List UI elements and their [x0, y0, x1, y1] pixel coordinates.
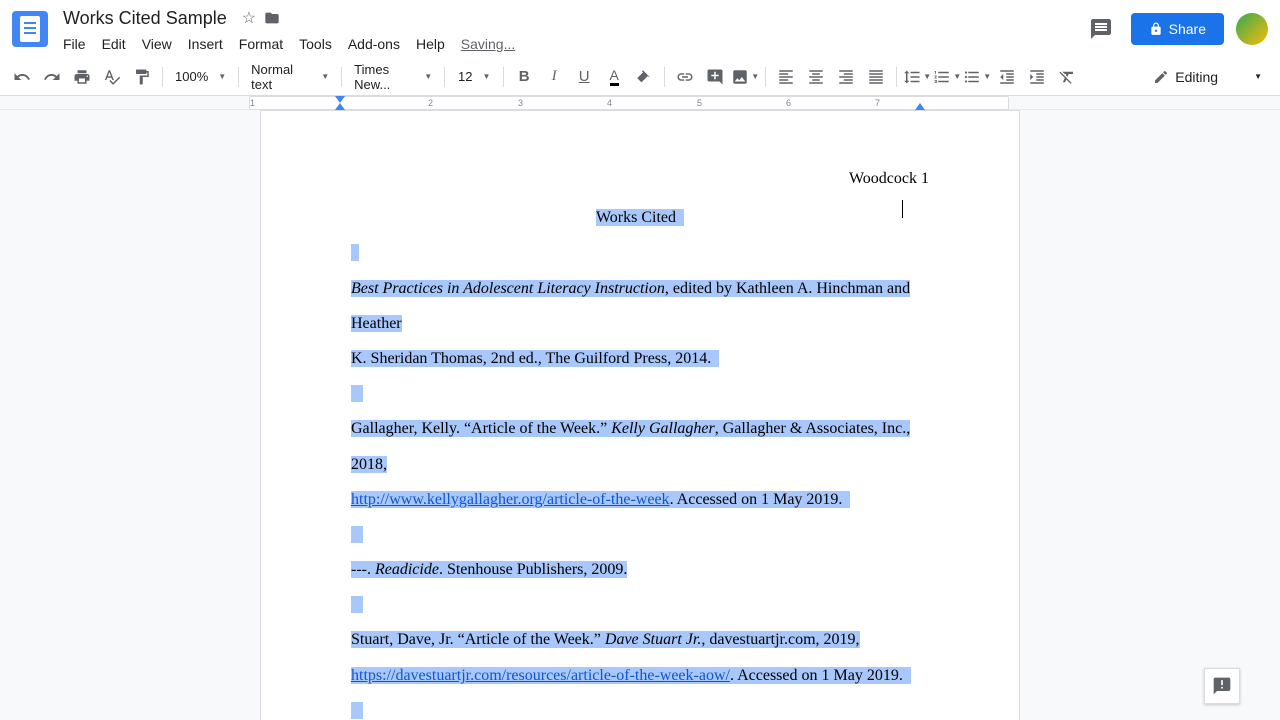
indent-marker-bottom[interactable] — [335, 103, 345, 110]
bulleted-list-button[interactable]: ▼ — [963, 63, 991, 91]
blank-line[interactable] — [351, 587, 929, 622]
comment-history-button[interactable] — [1083, 11, 1119, 47]
editing-mode-label: Editing — [1175, 69, 1218, 85]
menu-view[interactable]: View — [135, 34, 179, 54]
separator — [503, 67, 504, 87]
separator — [444, 67, 445, 87]
menu-bar: File Edit View Insert Format Tools Add-o… — [56, 34, 1083, 54]
menu-help[interactable]: Help — [409, 34, 452, 54]
text-cursor — [902, 200, 903, 218]
header-bar: Works Cited Sample ☆ File Edit View Inse… — [0, 0, 1280, 58]
citation-line[interactable]: ---. Readicide. Stenhouse Publishers, 20… — [351, 552, 929, 587]
menu-addons[interactable]: Add-ons — [341, 34, 407, 54]
font-size-dropdown[interactable]: 12▼ — [451, 64, 497, 90]
style-dropdown[interactable]: Normal text▼ — [245, 64, 335, 90]
explore-button[interactable] — [1204, 668, 1240, 704]
citations-area[interactable]: Best Practices in Adolescent Literacy In… — [351, 271, 929, 720]
menu-tools[interactable]: Tools — [292, 34, 339, 54]
numbered-list-button[interactable]: ▼ — [933, 63, 961, 91]
align-justify-button[interactable] — [862, 63, 890, 91]
highlight-button[interactable] — [630, 63, 658, 91]
align-center-button[interactable] — [802, 63, 830, 91]
decrease-indent-button[interactable] — [993, 63, 1021, 91]
indent-marker-top[interactable] — [335, 96, 345, 103]
citation-line[interactable]: K. Sheridan Thomas, 2nd ed., The Guilfor… — [351, 341, 929, 376]
text-color-button[interactable]: A — [600, 63, 628, 91]
save-status: Saving... — [454, 34, 522, 54]
page-header[interactable]: Woodcock 1 — [351, 161, 929, 196]
separator — [162, 67, 163, 87]
align-right-button[interactable] — [832, 63, 860, 91]
menu-insert[interactable]: Insert — [181, 34, 230, 54]
document-title[interactable]: Works Cited Sample — [56, 5, 234, 32]
blank-line[interactable] — [351, 517, 929, 552]
blank-line[interactable] — [351, 376, 929, 411]
paint-format-button[interactable] — [128, 63, 156, 91]
blank-line[interactable] — [351, 235, 929, 270]
separator — [765, 67, 766, 87]
menu-format[interactable]: Format — [232, 34, 290, 54]
docs-logo[interactable] — [12, 11, 48, 47]
avatar[interactable] — [1236, 13, 1268, 45]
editing-mode-dropdown[interactable]: Editing ▼ — [1143, 65, 1272, 89]
citation-line[interactable]: Gallagher, Kelly. “Article of the Week.”… — [351, 411, 929, 481]
separator — [664, 67, 665, 87]
share-label: Share — [1169, 21, 1206, 37]
zoom-dropdown[interactable]: 100%▼ — [169, 64, 232, 90]
star-icon[interactable]: ☆ — [242, 8, 256, 28]
toolbar: 100%▼ Normal text▼ Times New...▼ 12▼ B I… — [0, 58, 1280, 96]
doc-title-line[interactable]: Works Cited — [351, 200, 929, 235]
separator — [896, 67, 897, 87]
undo-button[interactable] — [8, 63, 36, 91]
page[interactable]: Woodcock 1 Works Cited Best Practices in… — [260, 110, 1020, 720]
menu-file[interactable]: File — [56, 34, 93, 54]
ruler-area: 1 2 3 4 5 6 7 — [0, 96, 1280, 110]
menu-edit[interactable]: Edit — [95, 34, 133, 54]
link-button[interactable] — [671, 63, 699, 91]
separator — [238, 67, 239, 87]
clear-format-button[interactable] — [1053, 63, 1081, 91]
underline-button[interactable]: U — [570, 63, 598, 91]
image-button[interactable]: ▼ — [731, 63, 759, 91]
citation-line[interactable]: https://davestuartjr.com/resources/artic… — [351, 658, 929, 693]
blank-line[interactable] — [351, 693, 929, 720]
citation-link[interactable]: https://davestuartjr.com/resources/artic… — [351, 667, 730, 684]
increase-indent-button[interactable] — [1023, 63, 1051, 91]
citation-line[interactable]: Stuart, Dave, Jr. “Article of the Week.”… — [351, 622, 929, 657]
spellcheck-button[interactable] — [98, 63, 126, 91]
redo-button[interactable] — [38, 63, 66, 91]
citation-line[interactable]: http://www.kellygallagher.org/article-of… — [351, 482, 929, 517]
font-dropdown[interactable]: Times New...▼ — [348, 64, 438, 90]
share-button[interactable]: Share — [1131, 13, 1224, 45]
ruler[interactable]: 1 2 3 4 5 6 7 — [249, 96, 1009, 110]
comment-button[interactable] — [701, 63, 729, 91]
folder-icon[interactable] — [264, 10, 280, 26]
right-margin-marker[interactable] — [915, 103, 925, 110]
document-canvas[interactable]: Woodcock 1 Works Cited Best Practices in… — [0, 110, 1280, 720]
title-area: Works Cited Sample ☆ File Edit View Inse… — [56, 5, 1083, 54]
pencil-icon — [1153, 69, 1169, 85]
citation-link[interactable]: http://www.kellygallagher.org/article-of… — [351, 491, 670, 508]
lock-icon — [1149, 22, 1163, 36]
align-left-button[interactable] — [772, 63, 800, 91]
line-spacing-button[interactable]: ▼ — [903, 63, 931, 91]
bold-button[interactable]: B — [510, 63, 538, 91]
italic-button[interactable]: I — [540, 63, 568, 91]
separator — [341, 67, 342, 87]
citation-line[interactable]: Best Practices in Adolescent Literacy In… — [351, 271, 929, 341]
print-button[interactable] — [68, 63, 96, 91]
